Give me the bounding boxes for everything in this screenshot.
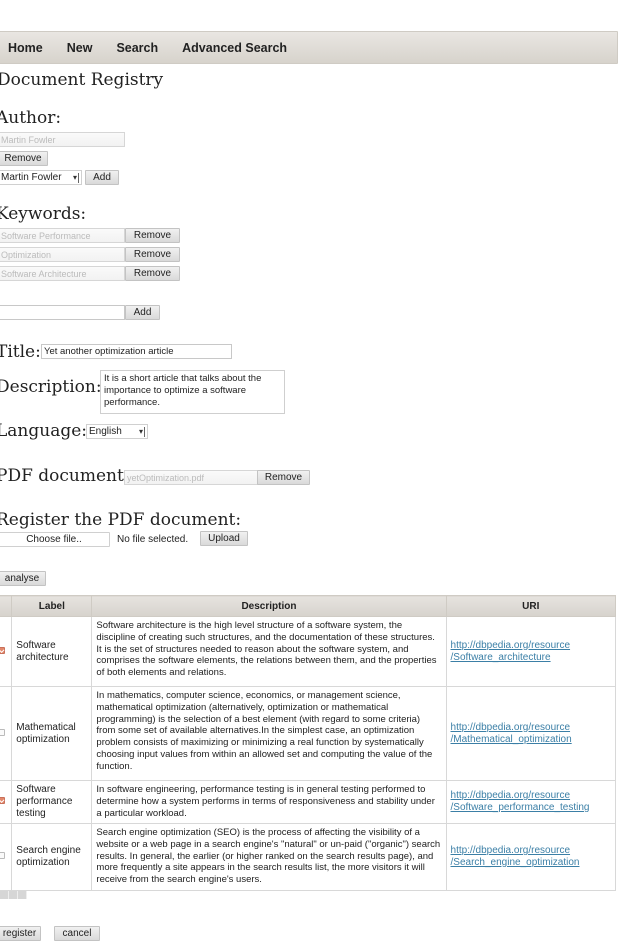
analyse-button[interactable]: analyse — [0, 571, 46, 586]
keyword-field-1[interactable] — [0, 228, 125, 243]
description-textarea[interactable]: It is a short article that talks about t… — [100, 370, 285, 414]
keyword-remove-button-1[interactable]: Remove — [125, 228, 180, 243]
pdf-field[interactable] — [124, 470, 258, 485]
table-pager[interactable] — [0, 891, 27, 899]
register-pdf-heading: Register the PDF document: — [0, 510, 242, 530]
table-row: Mathematical optimization In mathematics… — [0, 686, 617, 781]
table-row: Search engine optimization Search engine… — [0, 823, 617, 891]
author-remove-button[interactable]: Remove — [0, 151, 48, 166]
author-current-field[interactable] — [0, 132, 125, 147]
author-select[interactable]: Martin Fowler ▾ — [0, 170, 82, 185]
choose-file-button[interactable]: Choose file.. — [0, 532, 110, 547]
keyword-field-2[interactable] — [0, 247, 125, 262]
language-select[interactable]: English ▾ — [86, 424, 148, 439]
author-add-button[interactable]: Add — [85, 170, 119, 185]
table-row: Software architecture Software architect… — [0, 616, 617, 687]
row-uri-link[interactable]: http://dbpedia.org/resource/Software_per… — [451, 790, 590, 813]
results-table: Label Description URI Software architect… — [0, 595, 617, 891]
row-checkbox[interactable] — [0, 728, 6, 736]
row-uri-link[interactable]: http://dbpedia.org/resource/Software_arc… — [451, 640, 571, 663]
title-label: Title: — [0, 342, 41, 362]
pager-segment[interactable] — [9, 891, 18, 899]
row-label: Software architecture — [11, 616, 93, 687]
dropdown-arrow-icon: ▾ — [73, 173, 79, 183]
new-keyword-input[interactable] — [0, 305, 125, 320]
row-description: In software engineering, performance tes… — [91, 780, 447, 824]
nav-new[interactable]: New — [67, 41, 93, 55]
row-checkbox[interactable] — [0, 646, 6, 654]
column-header-select — [0, 595, 13, 617]
table-header-row: Label Description URI — [0, 595, 617, 617]
keyword-remove-button-3[interactable]: Remove — [125, 266, 180, 281]
column-header-label: Label — [11, 595, 93, 617]
keyword-field-3[interactable] — [0, 266, 125, 281]
nav-advanced-search[interactable]: Advanced Search — [182, 41, 287, 55]
table-row: Software performance testing In software… — [0, 780, 617, 824]
keyword-add-button[interactable]: Add — [125, 305, 160, 320]
row-description: Search engine optimization (SEO) is the … — [91, 823, 447, 891]
column-header-description: Description — [91, 595, 447, 617]
description-label: Description: — [0, 377, 102, 397]
language-label: Language: — [0, 421, 88, 441]
row-label: Search engine optimization — [11, 823, 93, 891]
row-description: Software architecture is the high level … — [91, 616, 447, 687]
nav-home[interactable]: Home — [8, 41, 43, 55]
row-checkbox[interactable] — [0, 797, 6, 805]
top-nav-bar: Home New Search Advanced Search — [0, 31, 618, 64]
upload-button[interactable]: Upload — [200, 531, 248, 546]
title-input[interactable] — [41, 344, 232, 359]
row-label: Mathematical optimization — [11, 686, 93, 781]
pdf-label: PDF document: — [0, 466, 130, 486]
page-title: Document Registry — [0, 70, 164, 90]
row-checkbox[interactable] — [0, 852, 6, 860]
pager-segment[interactable] — [18, 891, 27, 899]
row-description: In mathematics, computer science, econom… — [91, 686, 447, 781]
dropdown-arrow-icon: ▾ — [139, 427, 145, 437]
pdf-remove-button[interactable]: Remove — [257, 470, 310, 485]
author-select-value: Martin Fowler — [1, 172, 62, 183]
row-uri-link[interactable]: http://dbpedia.org/resource/Mathematical… — [451, 722, 572, 745]
nav-search[interactable]: Search — [116, 41, 158, 55]
row-uri-link[interactable]: http://dbpedia.org/resource/Search_engin… — [451, 845, 580, 868]
no-file-selected-text: No file selected. — [117, 534, 189, 545]
row-label: Software performance testing — [11, 780, 93, 824]
keyword-remove-button-2[interactable]: Remove — [125, 247, 180, 262]
column-header-uri: URI — [445, 595, 617, 617]
author-heading: Author: — [0, 108, 62, 128]
pager-segment[interactable] — [0, 891, 9, 899]
keywords-heading: Keywords: — [0, 204, 87, 224]
language-select-value: English — [89, 426, 122, 437]
